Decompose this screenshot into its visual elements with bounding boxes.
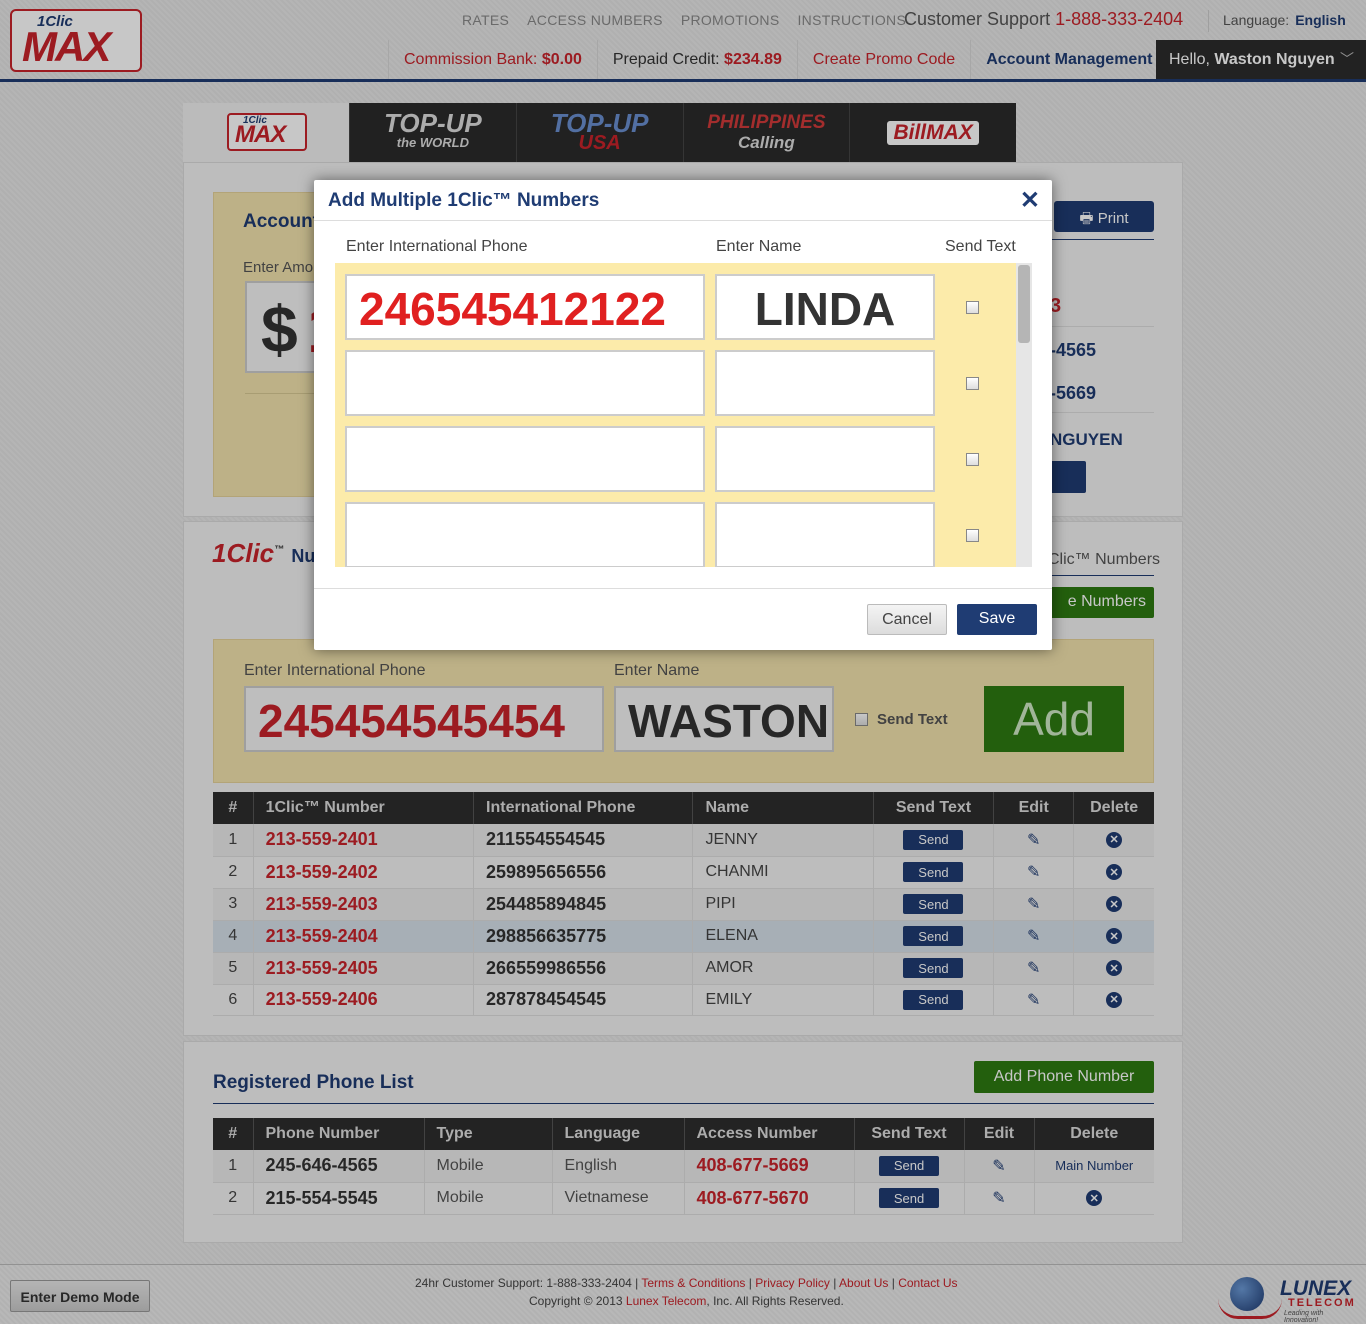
add-multiple-modal: Add Multiple 1Clic™ Numbers ✕ Enter Inte…: [314, 180, 1052, 650]
divider: [314, 220, 1052, 221]
modal-phone-input[interactable]: [345, 426, 705, 492]
cancel-button[interactable]: Cancel: [867, 604, 947, 635]
modal-name-input[interactable]: [715, 502, 935, 567]
scrollbar-track[interactable]: [1016, 263, 1032, 567]
modal-send-header: Send Text: [945, 238, 1016, 255]
modal-name-input[interactable]: [715, 426, 935, 492]
modal-send-checkbox[interactable]: [966, 301, 979, 314]
modal-name-header: Enter Name: [716, 238, 802, 255]
scrollbar-thumb[interactable]: [1018, 265, 1030, 343]
modal-phone-input[interactable]: 246545412122: [345, 274, 705, 340]
modal-phone-header: Enter International Phone: [346, 238, 528, 255]
modal-name-input[interactable]: LINDA: [715, 274, 935, 340]
modal-send-checkbox[interactable]: [966, 377, 979, 390]
divider: [314, 588, 1052, 589]
modal-name-input[interactable]: [715, 350, 935, 416]
save-button[interactable]: Save: [957, 604, 1037, 635]
modal-send-checkbox[interactable]: [966, 453, 979, 466]
modal-phone-input[interactable]: [345, 502, 705, 567]
modal-rows-scroll[interactable]: 246545412122 LINDA: [335, 263, 1032, 567]
modal-title: Add Multiple 1Clic™ Numbers: [328, 190, 600, 211]
modal-phone-input[interactable]: [345, 350, 705, 416]
close-icon[interactable]: ✕: [1020, 186, 1040, 215]
modal-send-checkbox[interactable]: [966, 529, 979, 542]
